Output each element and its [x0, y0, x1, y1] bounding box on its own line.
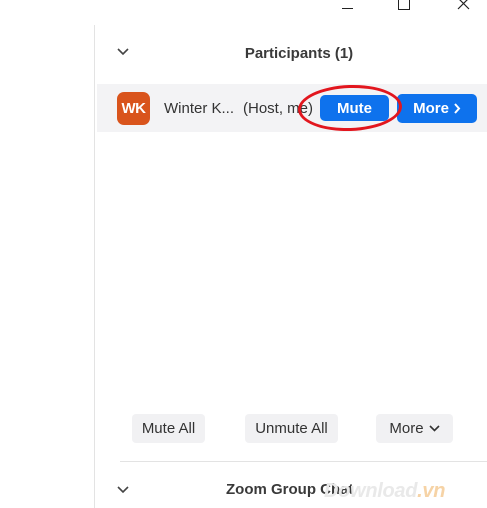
minimize-button[interactable]	[332, 0, 362, 14]
chevron-down-icon	[429, 425, 440, 432]
section-divider	[120, 461, 487, 462]
close-button[interactable]	[448, 0, 478, 10]
participant-role: (Host, me)	[243, 100, 314, 117]
participant-more-label: More	[413, 100, 449, 117]
participants-title: Participants (1)	[244, 45, 354, 62]
avatar: WK	[117, 92, 150, 125]
participants-header[interactable]: Participants (1)	[95, 36, 487, 70]
unmute-all-button[interactable]: Unmute All	[245, 414, 338, 443]
close-icon	[457, 0, 469, 9]
watermark-logo: Download.vn	[324, 480, 445, 503]
minimize-icon	[341, 7, 353, 9]
more-options-button[interactable]: More	[376, 414, 453, 443]
participant-row[interactable]: WK Winter K... (Host, me) Mute More	[97, 84, 487, 132]
participant-more-button[interactable]: More	[397, 94, 477, 123]
watermark-main: Download	[324, 480, 418, 502]
maximize-icon	[398, 0, 410, 10]
watermark-suffix: .vn	[417, 480, 446, 502]
chevron-right-icon	[454, 103, 461, 114]
chevron-down-icon[interactable]	[117, 486, 129, 494]
mute-all-button[interactable]: Mute All	[132, 414, 205, 443]
more-options-label: More	[389, 420, 424, 437]
participant-name: Winter K...	[164, 100, 235, 117]
panel-divider	[94, 25, 95, 508]
mute-button[interactable]: Mute	[320, 95, 389, 121]
maximize-button[interactable]	[389, 0, 419, 14]
